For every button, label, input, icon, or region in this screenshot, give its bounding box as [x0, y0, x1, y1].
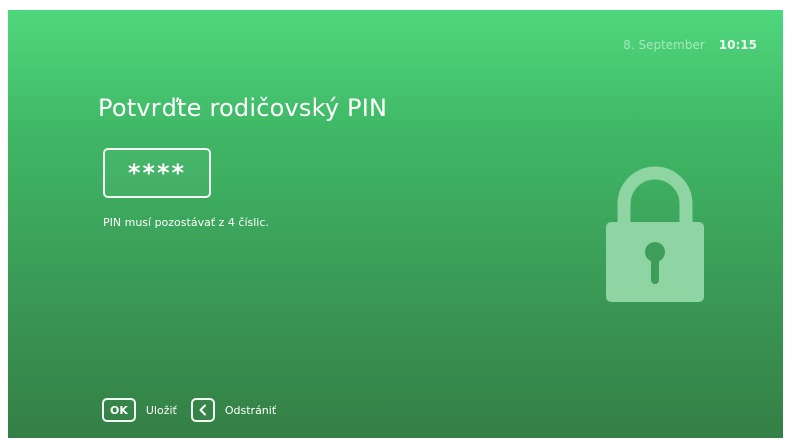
pin-hint: PIN musí pozostávať z 4 číslic. — [103, 216, 269, 229]
clock: 8. September 10:15 — [623, 38, 757, 52]
lock-icon — [606, 166, 704, 302]
pin-mask: **** — [127, 159, 187, 187]
footer-hints: OK Uložiť Odstrániť — [102, 398, 280, 422]
delete-button[interactable] — [190, 398, 215, 422]
page-title: Potvrďte rodičovský PIN — [98, 94, 388, 122]
tv-frame: 8. September 10:15 Potvrďte rodičovský P… — [0, 0, 795, 447]
chevron-left-icon — [199, 404, 206, 416]
ok-label: Uložiť — [145, 403, 177, 417]
current-time: 10:15 — [718, 38, 757, 52]
current-date: 8. September — [623, 38, 705, 52]
pin-input[interactable]: **** — [103, 148, 211, 198]
delete-label: Odstrániť — [224, 403, 277, 417]
pin-confirm-screen: 8. September 10:15 Potvrďte rodičovský P… — [8, 10, 783, 438]
ok-button[interactable]: OK — [102, 398, 136, 422]
